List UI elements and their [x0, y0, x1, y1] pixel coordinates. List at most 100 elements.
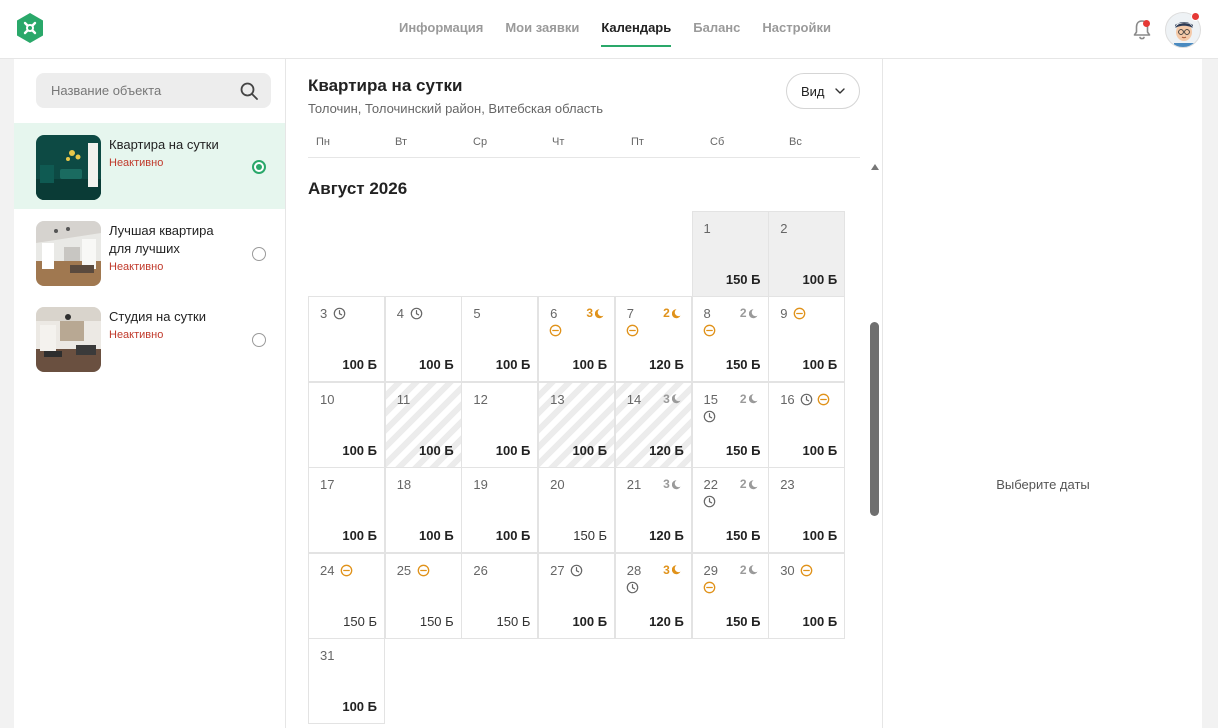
- clock-icon: [333, 307, 346, 320]
- day-number: 16: [780, 391, 795, 407]
- calendar-day-13[interactable]: 13 100 Б: [538, 381, 616, 468]
- calendar-day-31[interactable]: 31 100 Б: [308, 638, 385, 724]
- page-title: Квартира на сутки: [308, 76, 463, 95]
- calendar-day-28[interactable]: 28 3 120 Б: [614, 552, 692, 639]
- day-price: 100 Б: [495, 357, 531, 373]
- calendar-day-7[interactable]: 7 2 120 Б: [614, 296, 692, 383]
- calendar-day-6[interactable]: 6 3 100 Б: [538, 296, 616, 383]
- weekday-label: Чт: [552, 136, 565, 148]
- search-box: [36, 73, 271, 108]
- day-price: 100 Б: [495, 528, 531, 544]
- calendar-day-16[interactable]: 16 100 Б: [768, 381, 846, 468]
- minus-circle-icon: [626, 324, 639, 337]
- calendar-day-9[interactable]: 9 100 Б: [768, 296, 846, 383]
- nav-info[interactable]: Информация: [399, 0, 483, 47]
- clock-icon: [570, 564, 583, 577]
- day-price: 100 Б: [342, 528, 377, 544]
- day-number: 17: [320, 477, 335, 493]
- calendar-day-1[interactable]: 1 150 Б: [691, 211, 769, 297]
- calendar-day-25[interactable]: 25 150 Б: [384, 552, 462, 639]
- day-number: 8: [703, 306, 711, 322]
- calendar-day-23[interactable]: 23 100 Б: [768, 467, 846, 554]
- calendar-day-18[interactable]: 18 100 Б: [384, 467, 462, 554]
- nav-settings[interactable]: Настройки: [762, 0, 831, 47]
- property-item[interactable]: Квартира на сутки Неактивно: [14, 123, 285, 209]
- nights-count: 3: [663, 477, 670, 492]
- calendar-day-22[interactable]: 22 2 150 Б: [691, 467, 769, 554]
- day-number: 12: [473, 391, 488, 407]
- booking-details-panel: Выберите даты: [882, 59, 1202, 728]
- property-item[interactable]: Студия на сутки Неактивно: [14, 295, 285, 381]
- calendar-day-4[interactable]: 4 100 Б: [384, 296, 462, 383]
- property-photo: [36, 221, 101, 286]
- nights-count: 2: [739, 562, 747, 577]
- day-price: 150 Б: [419, 613, 454, 629]
- day-number: 3: [320, 306, 328, 322]
- calendar-day-15[interactable]: 15 2 150 Б: [691, 381, 769, 468]
- calendar-day-24[interactable]: 24 150 Б: [308, 552, 385, 639]
- day-price: 100 Б: [802, 272, 838, 287]
- calendar-day-17[interactable]: 17 100 Б: [308, 467, 385, 554]
- day-number: 6: [550, 306, 558, 322]
- night-moon-icon: [671, 565, 681, 575]
- day-price: 150 Б: [725, 272, 761, 287]
- bell-icon[interactable]: [1130, 18, 1154, 42]
- night-moon-icon: [748, 479, 757, 489]
- view-label: Вид: [801, 84, 825, 99]
- property-address: Толочин, Толочинский район, Витебская об…: [308, 101, 604, 116]
- calendar-day-3[interactable]: 3 100 Б: [308, 296, 385, 383]
- day-price: 100 Б: [419, 357, 454, 373]
- search-icon[interactable]: [239, 81, 259, 101]
- property-radio[interactable]: [252, 333, 266, 347]
- weekday-label: Сб: [710, 136, 725, 148]
- calendar-day-20[interactable]: 20 150 Б: [538, 467, 616, 554]
- view-dropdown-button[interactable]: Вид: [786, 73, 860, 109]
- calendar-day-21[interactable]: 21 3 120 Б: [614, 467, 692, 554]
- nights-indicator: 2: [740, 306, 760, 320]
- nav-calendar[interactable]: Календарь: [601, 0, 672, 47]
- property-radio[interactable]: [252, 247, 266, 261]
- day-number: 24: [320, 562, 335, 578]
- scroll-up-icon[interactable]: [870, 163, 880, 171]
- day-number: 20: [550, 477, 565, 493]
- calendar-day-5[interactable]: 5 100 Б: [461, 296, 539, 383]
- day-number: 21: [626, 477, 642, 493]
- day-number: 1: [703, 221, 711, 236]
- nights-indicator: 2: [740, 477, 760, 491]
- nights-count: 3: [586, 306, 594, 321]
- calendar-day-2[interactable]: 2 100 Б: [768, 211, 846, 297]
- day-number: 10: [320, 391, 335, 407]
- day-number: 13: [550, 391, 565, 407]
- calendar-day-10[interactable]: 10 100 Б: [308, 381, 385, 468]
- calendar-day-19[interactable]: 19 100 Б: [461, 467, 539, 554]
- calendar-day-11[interactable]: 11 100 Б: [384, 381, 462, 468]
- day-price: 120 Б: [649, 528, 684, 544]
- day-number: 19: [473, 477, 488, 493]
- nav-balance[interactable]: Баланс: [693, 0, 740, 47]
- nights-indicator: 3: [663, 477, 683, 491]
- day-number: 29: [703, 562, 718, 578]
- property-title: Лучшая квартира для лучших: [109, 223, 214, 256]
- calendar-day-14[interactable]: 14 3 120 Б: [614, 381, 692, 468]
- property-title: Квартира на сутки: [109, 137, 219, 152]
- calendar-day-30[interactable]: 30 100 Б: [768, 552, 846, 639]
- day-price: 150 Б: [725, 442, 761, 458]
- calendar-day-27[interactable]: 27 100 Б: [538, 552, 616, 639]
- chevron-down-icon: [835, 88, 845, 94]
- calendar-day-26[interactable]: 26 150 Б: [461, 552, 539, 639]
- search-input[interactable]: [36, 73, 236, 108]
- calendar-day-8[interactable]: 8 2 150 Б: [691, 296, 769, 383]
- night-moon-icon: [671, 309, 681, 319]
- day-price: 100 Б: [419, 528, 454, 544]
- calendar-day-12[interactable]: 12 100 Б: [461, 381, 539, 468]
- day-price: 100 Б: [572, 442, 608, 458]
- nights-indicator: 3: [586, 306, 606, 320]
- night-moon-icon: [671, 394, 681, 404]
- property-radio[interactable]: [252, 160, 266, 174]
- day-number: 26: [473, 562, 488, 578]
- nav-my-requests[interactable]: Мои заявки: [505, 0, 579, 47]
- property-item[interactable]: Лучшая квартира для лучших Неактивно: [14, 209, 285, 295]
- scrollbar-thumb[interactable]: [870, 322, 879, 516]
- calendar-panel: Квартира на сутки Толочин, Толочинский р…: [286, 59, 882, 728]
- calendar-day-29[interactable]: 29 2 150 Б: [691, 552, 769, 639]
